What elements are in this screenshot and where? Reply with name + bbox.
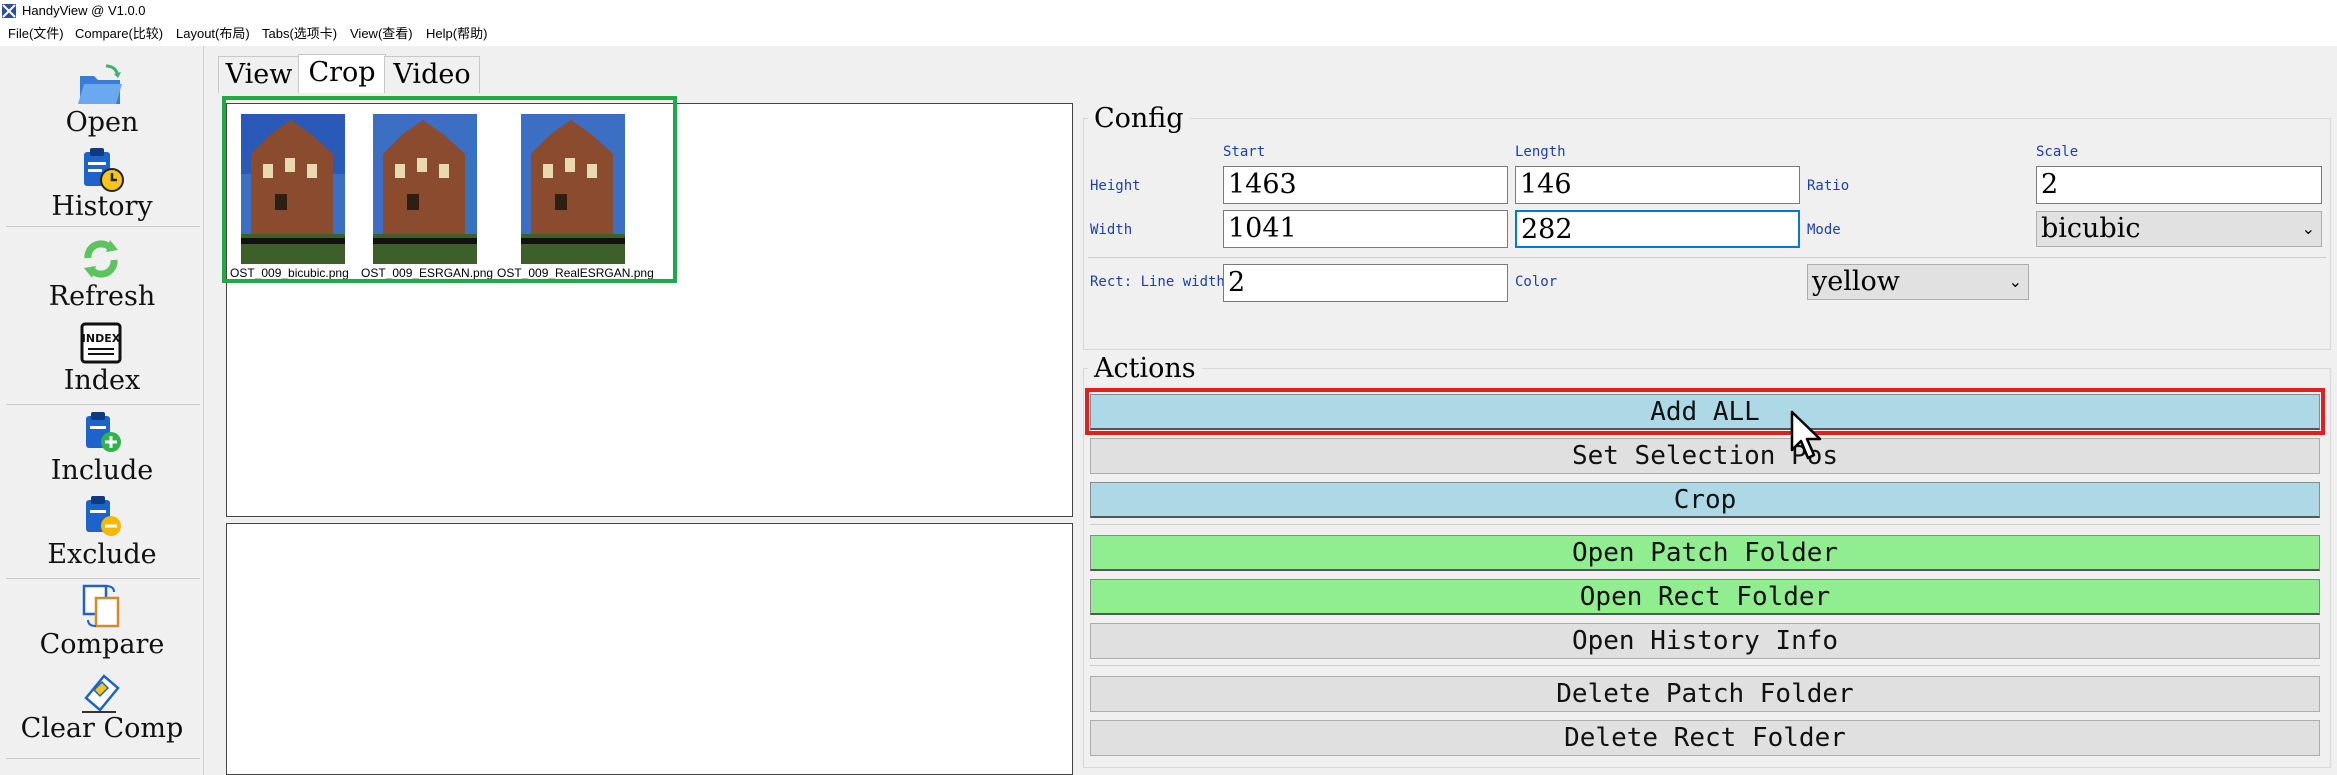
height-label: Height xyxy=(1090,178,1141,194)
menu-help[interactable]: Help(帮助) xyxy=(426,22,487,46)
delete-patch-folder-button[interactable]: Delete Patch Folder xyxy=(1090,676,2320,712)
height-length-field[interactable]: 146 xyxy=(1515,166,1800,204)
mouse-cursor-icon xyxy=(1790,410,1822,460)
menu-file[interactable]: File(文件) xyxy=(8,22,64,46)
width-start-field[interactable]: 1041 xyxy=(1223,210,1508,248)
config-title: Config xyxy=(1088,103,1190,135)
rect-line-width-field[interactable]: 2 xyxy=(1223,264,1508,302)
open-patch-folder-button[interactable]: Open Patch Folder xyxy=(1090,535,2320,571)
menu-bar: File(文件) Compare(比较) Layout(布局) Tabs(选项卡… xyxy=(0,22,2337,46)
toolbar-divider xyxy=(6,758,200,759)
exclude-label: Exclude xyxy=(47,539,157,570)
tab-crop[interactable]: Crop xyxy=(298,54,386,93)
open-history-info-button[interactable]: Open History Info xyxy=(1090,623,2320,659)
secondary-preview-panel[interactable] xyxy=(226,523,1073,775)
height-start-field[interactable]: 1463 xyxy=(1223,166,1508,204)
ratio-label: Ratio xyxy=(1807,178,1850,194)
exclude-minus-icon xyxy=(86,496,121,536)
add-all-highlight-box xyxy=(1085,388,2325,435)
clear-comp-label: Clear Comp xyxy=(20,713,184,744)
compare-label: Compare xyxy=(39,629,165,660)
rect-line-width-label: Rect: Line width xyxy=(1090,274,1225,290)
menu-tabs[interactable]: Tabs(选项卡) xyxy=(262,22,337,46)
toolbar-divider xyxy=(6,226,200,227)
chevron-down-icon: ⌄ xyxy=(2008,272,2022,291)
app-logo-icon xyxy=(2,4,16,18)
menu-view[interactable]: View(查看) xyxy=(350,22,413,46)
thumbnails-highlight-box xyxy=(222,96,677,283)
set-selection-pos-button[interactable]: Set Selection Pos xyxy=(1090,438,2320,474)
crop-button[interactable]: Crop xyxy=(1090,482,2320,518)
compare-icon xyxy=(82,584,120,628)
app-title: HandyView @ V1.0.0 xyxy=(22,3,146,18)
chevron-down-icon: ⌄ xyxy=(2301,219,2315,238)
tab-video[interactable]: Video xyxy=(384,56,480,93)
menu-compare[interactable]: Compare(比较) xyxy=(75,22,163,46)
index-icon: INDEX xyxy=(80,322,122,364)
open-label: Open xyxy=(65,107,139,138)
scale-header: Scale xyxy=(2036,144,2079,160)
tab-view[interactable]: View xyxy=(218,56,300,93)
delete-rect-folder-button[interactable]: Delete Rect Folder xyxy=(1090,720,2320,756)
include-plus-icon xyxy=(86,412,121,452)
mode-label: Mode xyxy=(1807,222,1841,238)
refresh-label: Refresh xyxy=(48,281,156,312)
title-bar: HandyView @ V1.0.0 xyxy=(0,0,2337,22)
left-toolbar: Open History Refresh INDEX Index Include… xyxy=(0,46,204,775)
config-group: Config Start Length Scale Height 1463 14… xyxy=(1083,103,2331,350)
start-header: Start xyxy=(1223,144,1266,160)
actions-divider xyxy=(1090,524,2320,525)
length-header: Length xyxy=(1515,144,1566,160)
folder-open-icon xyxy=(78,64,122,104)
refresh-icon xyxy=(84,240,118,278)
toolbar-divider xyxy=(6,578,200,579)
color-select[interactable]: yellow ⌄ xyxy=(1807,264,2029,300)
toolbar-divider xyxy=(6,404,200,405)
include-label: Include xyxy=(50,455,154,486)
open-rect-folder-button[interactable]: Open Rect Folder xyxy=(1090,579,2320,615)
eraser-icon xyxy=(82,674,120,713)
history-label: History xyxy=(51,191,153,222)
mode-select-value: bicubic xyxy=(2041,213,2141,244)
color-select-value: yellow xyxy=(1812,266,1900,297)
index-label: Index xyxy=(63,365,141,396)
width-label: Width xyxy=(1090,222,1133,238)
color-label: Color xyxy=(1515,274,1558,290)
width-length-field[interactable]: 282 xyxy=(1515,210,1800,248)
history-clipboard-icon xyxy=(84,148,124,192)
config-divider xyxy=(1088,257,2326,258)
actions-divider xyxy=(1090,665,2320,666)
actions-title: Actions xyxy=(1088,353,1202,385)
menu-layout[interactable]: Layout(布局) xyxy=(176,22,250,46)
mode-select[interactable]: bicubic ⌄ xyxy=(2036,211,2322,247)
svg-text:INDEX: INDEX xyxy=(82,332,121,345)
scale-field[interactable]: 2 xyxy=(2036,166,2322,204)
